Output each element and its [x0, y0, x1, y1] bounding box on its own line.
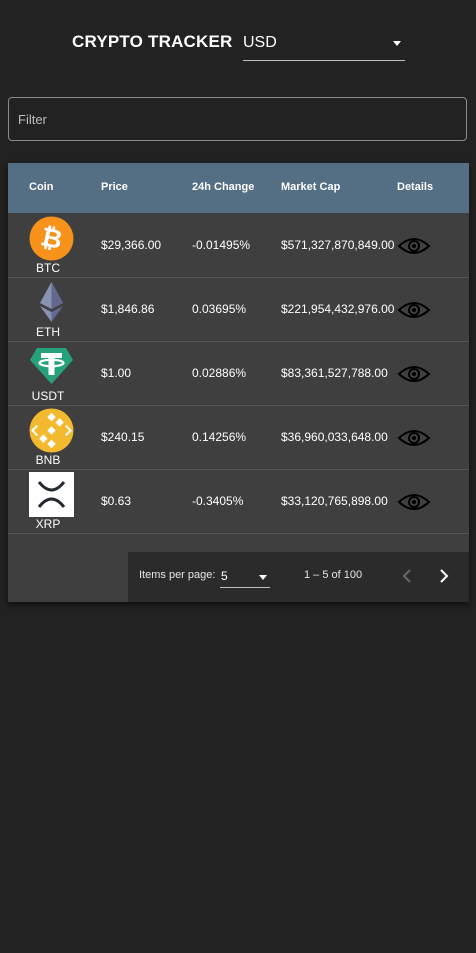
next-page-button[interactable]: [433, 565, 455, 587]
coin-table: Coin Price 24h Change Market Cap Details…: [8, 163, 469, 602]
coin-market-cap: $571,327,870,849.00: [281, 238, 395, 252]
app-title: CRYPTO TRACKER: [72, 32, 233, 51]
coin-symbol: ETH: [36, 325, 60, 339]
coin-price: $240.15: [101, 430, 145, 444]
xrp-logo: [29, 472, 74, 517]
previous-page-button[interactable]: [396, 565, 418, 587]
coin-market-cap: $36,960,033,648.00: [281, 430, 388, 444]
currency-value: USD: [243, 34, 277, 51]
tether-logo: [30, 348, 73, 384]
coin-change: 0.03695%: [192, 302, 247, 316]
bnb-logo: [29, 408, 74, 453]
coin-price: $1,846.86: [101, 302, 155, 316]
table-header: Coin Price 24h Change Market Cap Details: [8, 163, 469, 213]
coin-change: -0.01495%: [192, 238, 251, 252]
column-header-change[interactable]: 24h Change: [192, 181, 254, 193]
coin-symbol: XRP: [35, 517, 61, 531]
column-header-coin[interactable]: Coin: [29, 181, 53, 193]
column-header-price[interactable]: Price: [101, 181, 128, 193]
eye-icon[interactable]: [397, 300, 431, 320]
table-row[interactable]: USDT $1.00 0.02886% $83,361,527,788.00: [8, 342, 469, 406]
eye-icon[interactable]: [397, 236, 431, 256]
eye-icon[interactable]: [397, 428, 431, 448]
coin-market-cap: $221,954,432,976.00: [281, 302, 395, 316]
column-header-market-cap[interactable]: Market Cap: [281, 181, 340, 193]
coin-change: 0.14256%: [192, 430, 247, 444]
table-row[interactable]: XRP $0.63 -0.3405% $33,120,765,898.00: [8, 470, 469, 534]
filter-input[interactable]: [9, 98, 466, 140]
coin-market-cap: $33,120,765,898.00: [281, 494, 388, 508]
coin-symbol: BTC: [36, 261, 60, 275]
coin-price: $1.00: [101, 366, 132, 380]
coin-symbol: BNB: [35, 453, 61, 467]
items-per-page-label: Items per page:: [139, 569, 216, 581]
page-size-select[interactable]: 5: [220, 564, 270, 588]
table-row[interactable]: ETH $1,846.86 0.03695% $221,954,432,976.…: [8, 278, 469, 342]
ethereum-logo: [40, 282, 63, 322]
eye-icon[interactable]: [397, 364, 431, 384]
page-size-value: 5: [221, 569, 228, 583]
table-row[interactable]: ₿ BTC $29,366.00 -0.01495% $571,327,870,…: [8, 214, 469, 278]
coin-change: 0.02886%: [192, 366, 247, 380]
currency-select[interactable]: USD: [243, 28, 405, 61]
header: CRYPTO TRACKER USD: [0, 28, 476, 64]
bitcoin-logo: ₿: [29, 216, 74, 261]
coin-price: $0.63: [101, 494, 132, 508]
chevron-down-icon: [259, 575, 267, 580]
coin-price: $29,366.00: [101, 238, 162, 252]
chevron-down-icon: [393, 41, 401, 46]
paginator: Items per page: 5 1 – 5 of 100: [128, 552, 469, 602]
coin-change: -0.3405%: [192, 494, 244, 508]
page-range-label: 1 – 5 of 100: [304, 569, 363, 581]
filter-field: [8, 97, 467, 141]
coin-market-cap: $83,361,527,788.00: [281, 366, 388, 380]
column-header-details: Details: [397, 181, 434, 193]
eye-icon[interactable]: [397, 492, 431, 512]
coin-symbol: USDT: [31, 389, 65, 403]
table-row[interactable]: BNB $240.15 0.14256% $36,960,033,648.00: [8, 406, 469, 470]
